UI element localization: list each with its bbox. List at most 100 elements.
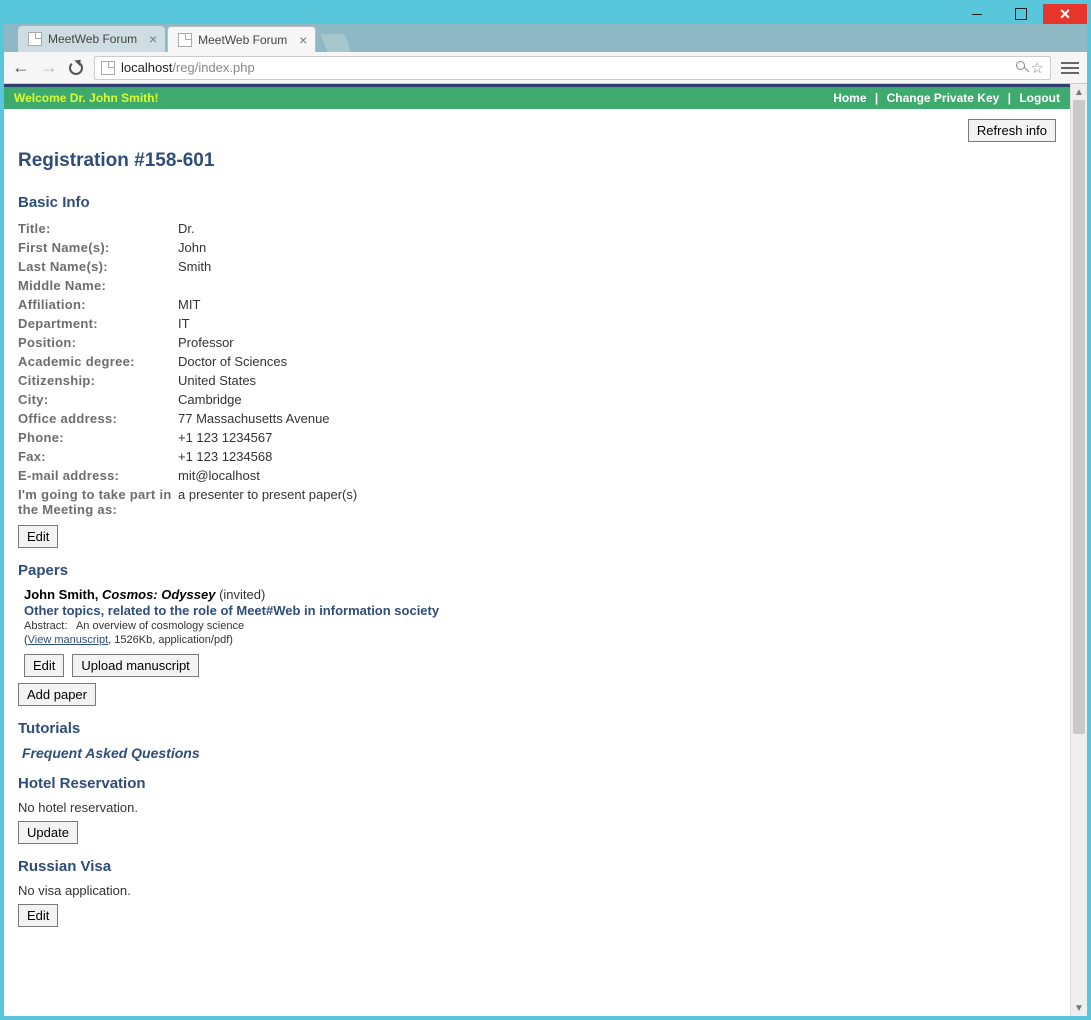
info-row: E-mail address:mit@localhost [18,466,1056,485]
info-label: E-mail address: [18,468,178,483]
info-label: I'm going to take part in the Meeting as… [18,487,178,517]
update-hotel-button[interactable]: Update [18,821,78,844]
section-visa: Russian Visa [18,858,1056,875]
info-value: +1 123 1234568 [178,449,1056,464]
scroll-up-arrow[interactable]: ▲ [1071,84,1087,100]
page-icon [28,32,42,46]
browser-window: MeetWeb Forum × MeetWeb Forum × ← → loca… [4,4,1087,1016]
info-value: Dr. [178,221,1056,236]
tab-strip: MeetWeb Forum × MeetWeb Forum × [4,24,1087,52]
edit-visa-button[interactable]: Edit [18,904,58,927]
change-key-link[interactable]: Change Private Key [887,91,1000,105]
paper-invited-note: (invited) [219,587,265,602]
close-tab-icon[interactable]: × [299,32,307,48]
info-value: Doctor of Sciences [178,354,1056,369]
back-button[interactable]: ← [12,57,30,78]
info-row: Academic degree:Doctor of Sciences [18,352,1056,371]
info-value: Smith [178,259,1056,274]
hamburger-menu-icon[interactable] [1061,62,1079,74]
info-row: Affiliation:MIT [18,295,1056,314]
minimize-button[interactable] [955,4,999,24]
info-value: United States [178,373,1056,388]
info-label: Citizenship: [18,373,178,388]
window-title-bar [4,4,1087,24]
info-row: Last Name(s):Smith [18,257,1056,276]
upload-manuscript-button[interactable]: Upload manuscript [72,654,198,677]
info-label: Department: [18,316,178,331]
info-label: Last Name(s): [18,259,178,274]
abstract-text: An overview of cosmology science [76,620,244,632]
info-value: Cambridge [178,392,1056,407]
edit-paper-button[interactable]: Edit [24,654,64,677]
paper-title: Cosmos: Odyssey [102,587,215,602]
separator: | [875,91,878,105]
info-value: John [178,240,1056,255]
info-label: First Name(s): [18,240,178,255]
section-papers: Papers [18,562,1056,579]
info-label: Phone: [18,430,178,445]
info-label: City: [18,392,178,407]
faq-link[interactable]: Frequent Asked Questions [22,745,1056,761]
welcome-text: Welcome Dr. John Smith! [14,91,158,105]
password-key-icon[interactable] [1016,59,1025,77]
info-label: Middle Name: [18,278,178,293]
info-row: Citizenship:United States [18,371,1056,390]
home-link[interactable]: Home [833,91,866,105]
tab-title: MeetWeb Forum [48,32,137,46]
new-tab-button[interactable] [321,34,352,52]
maximize-button[interactable] [999,4,1043,24]
page-icon [178,33,192,47]
abstract-label: Abstract: [24,620,67,632]
info-value: mit@localhost [178,468,1056,483]
close-tab-icon[interactable]: × [149,31,157,47]
info-row: Department:IT [18,314,1056,333]
info-label: Position: [18,335,178,350]
bookmark-star-icon[interactable] [1031,59,1044,77]
visa-text: No visa application. [18,883,1056,898]
viewport: Welcome Dr. John Smith! Home | Change Pr… [4,84,1087,1016]
paper-topic: Other topics, related to the role of Mee… [24,603,1056,618]
file-info: , 1526Kb, application/pdf) [108,634,233,646]
info-row: Fax:+1 123 1234568 [18,447,1056,466]
paper-entry: John Smith, Cosmos: Odyssey (invited) Ot… [24,587,1056,677]
info-value: +1 123 1234567 [178,430,1056,445]
logout-link[interactable]: Logout [1019,91,1060,105]
reload-button[interactable] [68,60,84,76]
url-path: /reg/index.php [172,60,254,75]
add-paper-button[interactable]: Add paper [18,683,96,706]
header-links: Home | Change Private Key | Logout [833,91,1060,105]
info-row: Title:Dr. [18,219,1056,238]
browser-tab-active[interactable]: MeetWeb Forum × [167,26,316,52]
forward-button[interactable]: → [40,57,58,78]
scroll-down-arrow[interactable]: ▼ [1071,1000,1087,1016]
info-row: City:Cambridge [18,390,1056,409]
info-value: Professor [178,335,1056,350]
section-tutorials: Tutorials [18,720,1056,737]
info-value: 77 Massachusetts Avenue [178,411,1056,426]
info-label: Fax: [18,449,178,464]
info-value: MIT [178,297,1056,312]
info-row: I'm going to take part in the Meeting as… [18,485,1056,519]
hotel-text: No hotel reservation. [18,800,1056,815]
close-window-button[interactable] [1043,4,1087,24]
page-title: Registration #158-601 [18,150,1056,172]
browser-tab[interactable]: MeetWeb Forum × [18,26,165,52]
address-bar[interactable]: localhost/reg/index.php [94,56,1051,80]
scrollbar[interactable]: ▲ ▼ [1071,84,1087,1016]
scroll-thumb[interactable] [1073,100,1085,734]
info-label: Office address: [18,411,178,426]
page-content: Welcome Dr. John Smith! Home | Change Pr… [4,84,1071,1016]
info-row: Middle Name: [18,276,1056,295]
section-hotel: Hotel Reservation [18,775,1056,792]
main-content: Refresh info Registration #158-601 Basic… [4,109,1070,953]
view-manuscript-link[interactable]: View manuscript [28,634,109,646]
info-row: Office address:77 Massachusetts Avenue [18,409,1056,428]
info-label: Academic degree: [18,354,178,369]
page-icon [101,61,115,75]
header-bar: Welcome Dr. John Smith! Home | Change Pr… [4,87,1070,109]
edit-basic-button[interactable]: Edit [18,525,58,548]
refresh-info-button[interactable]: Refresh info [968,119,1056,142]
info-label: Title: [18,221,178,236]
refresh-row: Refresh info [18,119,1056,142]
info-row: Phone:+1 123 1234567 [18,428,1056,447]
